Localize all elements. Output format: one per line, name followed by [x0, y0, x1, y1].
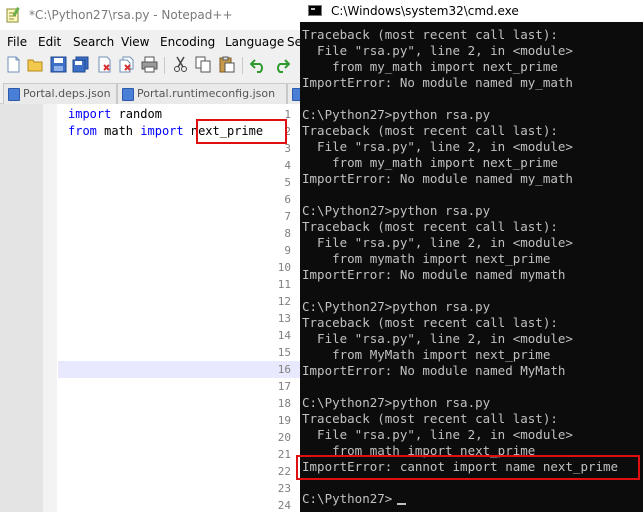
save-all-icon[interactable] — [72, 56, 89, 73]
line-number: 10 — [277, 261, 291, 274]
menu-settings[interactable]: Se — [287, 35, 300, 49]
line-number: 6 — [284, 193, 291, 206]
menu-bar: File Edit Search View Encoding Language … — [0, 33, 300, 53]
console-line: ImportError: No module named MyMath — [302, 363, 566, 378]
console-line: Traceback (most recent call last): — [302, 411, 558, 426]
line-number: 19 — [277, 414, 291, 427]
console-line: File "rsa.py", line 2, in <module> — [302, 427, 573, 442]
console-line: ImportError: No module named my_math — [302, 171, 573, 186]
text-cursor — [397, 503, 406, 505]
console-line: C:\Python27>python rsa.py — [302, 107, 491, 122]
highlight-annotation-box — [196, 119, 287, 144]
menu-file[interactable]: File — [7, 35, 27, 49]
undo-icon[interactable] — [250, 56, 267, 73]
tab-label: Portal.deps.json — [23, 87, 111, 100]
print-icon[interactable] — [141, 56, 158, 73]
redo-icon[interactable] — [273, 56, 290, 73]
notepadpp-titlebar[interactable]: *C:\Python27\rsa.py - Notepad++ — [0, 0, 300, 30]
console-line: File "rsa.py", line 2, in <module> — [302, 43, 573, 58]
console-line: C:\Python27>python rsa.py — [302, 395, 491, 410]
notepadpp-window: *C:\Python27\rsa.py - Notepad++ File Edi… — [0, 0, 300, 512]
menu-edit[interactable]: Edit — [38, 35, 61, 49]
line-number: 7 — [284, 210, 291, 223]
console-line: File "rsa.py", line 2, in <module> — [302, 331, 573, 346]
console-line: C:\Python27>python rsa.py — [302, 299, 491, 314]
line-number-gutter — [0, 104, 43, 512]
console-line: from mymath import next_prime — [302, 251, 551, 266]
console-line: Traceback (most recent call last): — [302, 123, 558, 138]
fold-margin — [43, 104, 57, 512]
console-line: C:\Python27>python rsa.py — [302, 203, 491, 218]
menu-search[interactable]: Search — [73, 35, 114, 49]
file-icon — [8, 88, 20, 101]
tab-bar: Portal.deps.json Portal.runtimeconfig.js… — [0, 81, 300, 104]
notepadpp-app-icon — [6, 7, 20, 23]
menu-encoding[interactable]: Encoding — [160, 35, 215, 49]
tab-portal-runtimeconfig[interactable]: Portal.runtimeconfig.json — [117, 83, 287, 104]
close-all-icon[interactable] — [118, 56, 135, 73]
line-number: 24 — [277, 499, 291, 512]
toolbar — [0, 53, 300, 79]
line-number: 5 — [284, 176, 291, 189]
menu-view[interactable]: View — [121, 35, 149, 49]
line-number: 18 — [277, 397, 291, 410]
console-line: ImportError: No module named my_math — [302, 75, 573, 90]
menu-language[interactable]: Language — [225, 35, 284, 49]
open-file-icon[interactable] — [27, 56, 44, 73]
tab-label: Portal.runtimeconfig.json — [137, 87, 276, 100]
code-text: math — [96, 124, 141, 138]
copy-icon[interactable] — [195, 56, 212, 73]
line-number: 14 — [277, 329, 291, 342]
line-number: 23 — [277, 482, 291, 495]
keyword-import: import — [68, 107, 112, 121]
line-number: 17 — [277, 380, 291, 393]
console-line: from my_math import next_prime — [302, 59, 558, 74]
close-icon[interactable] — [96, 56, 113, 73]
tab-portal-deps[interactable]: Portal.deps.json — [3, 83, 117, 104]
line-number: 11 — [277, 278, 291, 291]
console-line: File "rsa.py", line 2, in <module> — [302, 139, 573, 154]
keyword-import: import — [140, 124, 184, 138]
paste-icon[interactable] — [218, 56, 235, 73]
cmd-titlebar[interactable]: C:\Windows\system32\cmd.exe — [300, 0, 643, 22]
cut-icon[interactable] — [172, 56, 189, 73]
line-number: 8 — [284, 227, 291, 240]
file-icon — [122, 88, 134, 101]
console-line: from MyMath import next_prime — [302, 347, 551, 362]
line-number: 4 — [284, 159, 291, 172]
code-editor[interactable]: 1 2 3 4 5 6 7 8 9 10 11 12 13 14 15 16 17 18 19 20 21 22 23 24 … — [0, 104, 300, 512]
line-number: 20 — [277, 431, 291, 444]
tab-truncated[interactable]: w — [287, 83, 300, 104]
cmd-icon — [308, 5, 322, 16]
save-icon[interactable] — [50, 56, 67, 73]
console-line: ImportError: No module named mymath — [302, 267, 566, 282]
cmd-window-title: C:\Windows\system32\cmd.exe — [331, 4, 519, 18]
console-line: Traceback (most recent call last): — [302, 315, 558, 330]
file-icon — [292, 88, 300, 101]
new-file-icon[interactable] — [5, 56, 22, 73]
console-line: C:\Python27> — [302, 491, 393, 506]
line-number: 12 — [277, 295, 291, 308]
line-number: 15 — [277, 346, 291, 359]
console-line: from my_math import next_prime — [302, 155, 558, 170]
console-line: Traceback (most recent call last): — [302, 219, 558, 234]
toolbar-separator — [242, 57, 243, 74]
code-text: random — [111, 107, 162, 121]
line-number: 16 — [277, 363, 291, 376]
line-number: 13 — [277, 312, 291, 325]
line-number: 9 — [284, 244, 291, 257]
cmd-window: C:\Windows\system32\cmd.exe Traceback (m… — [300, 0, 643, 512]
line-number: 21 — [277, 448, 291, 461]
window-title: *C:\Python27\rsa.py - Notepad++ — [29, 8, 233, 22]
line-number: 22 — [277, 465, 291, 478]
code-line-1[interactable]: import random — [68, 107, 162, 121]
console-line: Traceback (most recent call last): — [302, 27, 558, 42]
error-highlight-annotation-box — [296, 455, 640, 480]
toolbar-separator — [164, 57, 165, 74]
keyword-from: from — [68, 124, 97, 138]
console-line: File "rsa.py", line 2, in <module> — [302, 235, 573, 250]
